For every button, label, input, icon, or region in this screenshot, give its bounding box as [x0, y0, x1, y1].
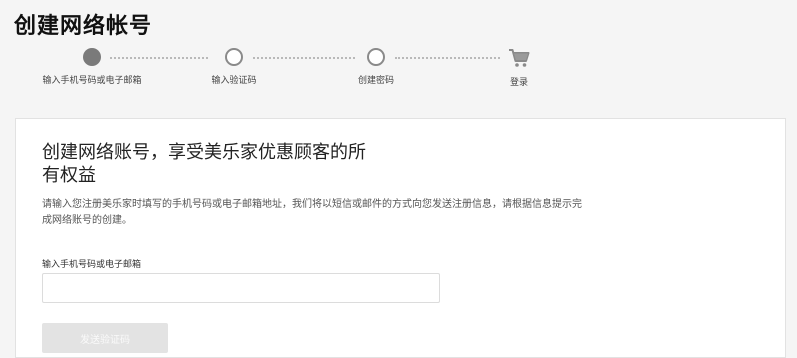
step-active-marker — [83, 48, 101, 66]
step-label: 输入验证码 — [211, 76, 257, 86]
progress-stepper: 输入手机号码或电子邮箱 输入验证码 创建密码 登录 — [0, 48, 797, 92]
step-pending-marker — [367, 48, 385, 66]
send-code-button[interactable]: 发送验证码 — [42, 323, 168, 353]
step-label: 登录 — [509, 78, 528, 88]
card-headline: 创建网络账号，享受美乐家优惠顾客的所有权益 — [42, 142, 366, 186]
card-description: 请输入您注册美乐家时填写的手机号码或电子邮箱地址，我们将以短信或邮件的方式向您发… — [42, 199, 582, 226]
step-login: 登录 — [439, 48, 599, 88]
registration-card: 创建网络账号，享受美乐家优惠顾客的所有权益 请输入您注册美乐家时填写的手机号码或… — [15, 118, 786, 358]
step-create-password: 创建密码 — [296, 48, 456, 86]
shopping-cart-icon — [508, 48, 530, 68]
step-pending-marker — [225, 48, 243, 66]
step-enter-code: 输入验证码 — [154, 48, 314, 86]
step-label: 输入手机号码或电子邮箱 — [42, 76, 142, 86]
step-enter-contact: 输入手机号码或电子邮箱 — [12, 48, 172, 86]
contact-field-label: 输入手机号码或电子邮箱 — [42, 260, 142, 270]
step-label: 创建密码 — [357, 76, 394, 86]
contact-input[interactable] — [42, 273, 440, 303]
page-title: 创建网络帐号 — [14, 14, 153, 39]
